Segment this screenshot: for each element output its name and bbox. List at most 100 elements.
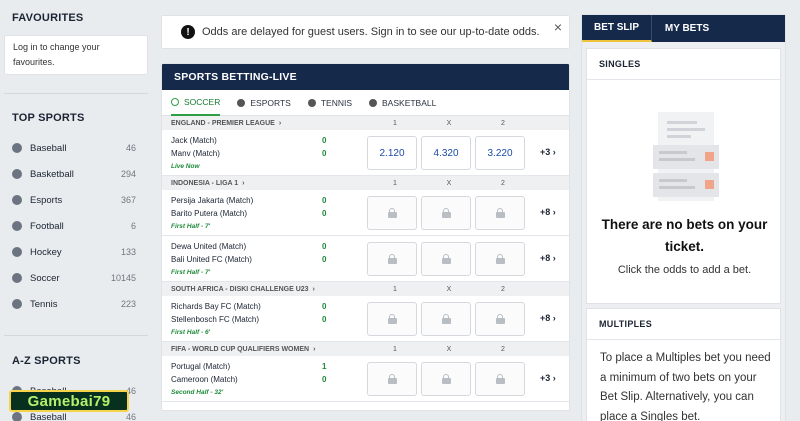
away-score: 0 (322, 149, 327, 158)
chevron-right-icon: › (312, 285, 315, 293)
live-betting-panel: SPORTS BETTING-LIVE SOCCER ESPORTS TENNI… (161, 63, 570, 411)
odds-column-label: 2 (501, 179, 505, 187)
locked-odds-button (421, 196, 471, 230)
sidebar-item-esports[interactable]: Esports 367 (0, 187, 148, 213)
sidebar-item-basketball[interactable]: Basketball 294 (0, 161, 148, 187)
more-markets-link[interactable]: +8 › (540, 207, 556, 217)
locked-odds-button (475, 242, 525, 276)
away-team: Barito Putera (Match) (171, 209, 248, 218)
singles-title: SINGLES (599, 59, 641, 69)
odds-button[interactable]: 2.120 (367, 136, 417, 170)
tab-tennis[interactable]: TENNIS (307, 90, 352, 116)
singles-card: SINGLES There are no bets on your ticket… (586, 48, 781, 304)
more-markets-link[interactable]: +8 › (540, 253, 556, 263)
football-icon (12, 221, 22, 231)
league-header[interactable]: INDONESIA - LIGA 1 › 1 X 2 (162, 176, 569, 190)
more-markets-link[interactable]: +8 › (540, 313, 556, 323)
close-icon[interactable]: × (554, 19, 562, 35)
sidebar-item-baseball[interactable]: Baseball 46 (0, 135, 148, 161)
lock-icon (495, 208, 505, 218)
more-markets-count: +8 (540, 207, 551, 217)
tab-esports[interactable]: ESPORTS (237, 90, 291, 116)
chevron-right-icon: › (313, 345, 316, 353)
soccer-icon (12, 273, 22, 283)
sidebar-item-tennis[interactable]: Tennis 223 (0, 291, 148, 317)
multiples-info-text: To place a Multiples bet you need a mini… (600, 352, 771, 421)
baseball-icon (12, 412, 22, 421)
tab-basketball[interactable]: BASKETBALL (369, 90, 436, 116)
sidebar-item-count: 10145 (110, 273, 136, 283)
favourites-title: FAVOURITES (12, 12, 84, 24)
away-score: 0 (322, 315, 327, 324)
more-markets-link[interactable]: +3 › (540, 373, 556, 383)
headset-icon (12, 195, 22, 205)
odds-column-label: 2 (501, 345, 505, 353)
chevron-right-icon: › (242, 179, 245, 187)
home-team: Portugal (Match) (171, 362, 231, 371)
tab-my-bets[interactable]: MY BETS (652, 15, 722, 42)
match-row[interactable]: Richards Bay FC (Match) Stellenbosch FC (… (162, 296, 569, 342)
league-name: INDONESIA - LIGA 1 (171, 179, 239, 187)
divider (4, 93, 148, 94)
league-header[interactable]: SOUTH AFRICA - DISKI CHALLENGE U23 › 1 X 2 (162, 282, 569, 296)
tab-bet-slip[interactable]: BET SLIP (582, 15, 652, 42)
hockey-icon (12, 247, 22, 257)
home-score: 1 (322, 362, 327, 371)
match-row[interactable]: Persija Jakarta (Match) Barito Putera (Ma… (162, 190, 569, 236)
league-header[interactable]: ENGLAND - PREMIER LEAGUE › 1 X 2 (162, 116, 569, 130)
lock-icon (387, 314, 397, 324)
tab-label: ESPORTS (250, 97, 291, 108)
chevron-right-icon: › (552, 207, 556, 217)
locked-odds-button (421, 242, 471, 276)
away-team: Manv (Match) (171, 149, 220, 158)
locked-odds-button (367, 362, 417, 396)
league-header[interactable]: FIFA - WORLD CUP QUALIFIERS WOMEN › 1 X 2 (162, 342, 569, 356)
odds-column-label: X (446, 285, 452, 293)
match-row[interactable]: Jack (Match) Manv (Match) Live Now 0 0 2.120 4… (162, 130, 569, 176)
sidebar-item-label: Esports (30, 194, 63, 206)
away-team: Cameroon (Match) (171, 375, 238, 384)
odds-button[interactable]: 4.320 (421, 136, 471, 170)
locked-odds-button (367, 196, 417, 230)
chevron-right-icon: › (552, 313, 556, 323)
more-markets-link[interactable]: +3 › (540, 147, 556, 157)
sidebar-item-count: 223 (120, 299, 136, 309)
locked-odds-button (421, 362, 471, 396)
sidebar-item-label: Baseball (30, 411, 67, 421)
bet-slip-tabs: BET SLIP MY BETS (582, 15, 785, 42)
odds-column-label: X (446, 179, 452, 187)
odds-button[interactable]: 3.220 (475, 136, 525, 170)
sidebar-item-count: 46 (125, 412, 136, 421)
sidebar-item-hockey[interactable]: Hockey 133 (0, 239, 148, 265)
match-row[interactable]: Dewa United (Match) Bali United FC (Match… (162, 236, 569, 282)
sidebar-item-count: 6 (130, 221, 136, 231)
lock-icon (387, 254, 397, 264)
locked-odds-button (475, 302, 525, 336)
odds-column-label: X (446, 345, 452, 353)
locked-odds-button (475, 196, 525, 230)
chevron-right-icon: › (552, 373, 556, 383)
odds-column-label: 1 (393, 119, 397, 127)
lock-icon (387, 374, 397, 384)
locked-odds-button (421, 302, 471, 336)
baseball-icon (12, 143, 22, 153)
notice-text: Odds are delayed for guest users. Sign i… (202, 26, 540, 38)
home-team: Dewa United (Match) (171, 242, 247, 251)
sidebar-item-soccer[interactable]: Soccer 10145 (0, 265, 148, 291)
sidebar-item-count: 46 (125, 143, 136, 153)
league-name: ENGLAND - PREMIER LEAGUE (171, 119, 275, 127)
match-status: First Half - 7' (171, 223, 211, 230)
sidebar-item-football[interactable]: Football 6 (0, 213, 148, 239)
match-status: Second Half - 32' (171, 389, 224, 396)
lock-icon (495, 254, 505, 264)
empty-ticket-icon (653, 112, 719, 201)
match-row[interactable]: Portugal (Match) Cameroon (Match) Second H… (162, 356, 569, 402)
odds-delay-notice: ! Odds are delayed for guest users. Sign… (161, 15, 570, 49)
home-team: Persija Jakarta (Match) (171, 196, 254, 205)
divider (587, 339, 780, 340)
chevron-right-icon: › (552, 253, 556, 263)
home-team: Jack (Match) (171, 136, 217, 145)
more-markets-count: +3 (540, 147, 551, 157)
tab-soccer[interactable]: SOCCER (171, 90, 221, 116)
headset-icon (237, 98, 246, 107)
